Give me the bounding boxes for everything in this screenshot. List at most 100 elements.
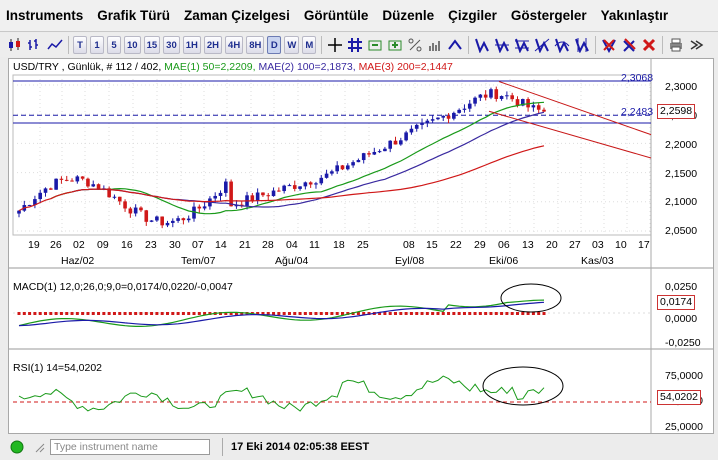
candle-body: [345, 165, 350, 170]
date-tick-label: 19: [28, 239, 40, 251]
candle-body: [505, 95, 509, 97]
percent-scale-icon[interactable]: [406, 36, 424, 54]
delete-all-icon[interactable]: [640, 36, 658, 54]
arc-icon[interactable]: [553, 36, 571, 54]
axis-tick-label: -0,0250: [665, 337, 701, 349]
candle-body: [404, 132, 408, 141]
chart-legend: USD/TRY , Günlük, # 112 / 402, MAE(1) 50…: [13, 61, 453, 73]
delete-selected-icon[interactable]: [620, 36, 638, 54]
channel-line-icon[interactable]: [493, 36, 511, 54]
candle-body: [266, 195, 271, 197]
timeframe-button[interactable]: 4H: [225, 36, 244, 54]
price-high-label: 2,3068: [621, 72, 654, 84]
trend-line-icon[interactable]: [473, 36, 491, 54]
zoom-in-icon[interactable]: [386, 36, 404, 54]
status-bar: 17 Eki 2014 02:05:38 EEST: [0, 434, 718, 460]
macd-last-box: 0,0174: [657, 295, 696, 310]
toolbar-separator: [468, 36, 470, 54]
auto-scroll-icon[interactable]: [446, 36, 464, 54]
date-tick-label: 17: [638, 239, 650, 251]
menu-item[interactable]: Grafik Türü: [97, 8, 170, 23]
candle-body: [457, 109, 461, 113]
timeframe-button[interactable]: T: [73, 36, 87, 54]
fibonacci-icon[interactable]: [513, 36, 531, 54]
timeframe-button[interactable]: 1H: [182, 36, 201, 54]
menu-item[interactable]: Görüntüle: [304, 8, 369, 23]
delete-line-icon[interactable]: [600, 36, 618, 54]
menu-item[interactable]: Düzenle: [382, 8, 434, 23]
candle-body: [441, 115, 446, 118]
timeframe-button[interactable]: 1: [90, 36, 104, 54]
macd-histogram-bar: [102, 312, 106, 315]
macd-histogram-bar: [59, 312, 63, 315]
macd-histogram-bar: [319, 312, 323, 315]
macd-histogram-bar: [505, 312, 509, 315]
macd-histogram-bar: [123, 312, 127, 315]
candlestick-icon[interactable]: [6, 36, 24, 54]
fan-line-icon[interactable]: [533, 36, 551, 54]
date-tick-label: 08: [403, 239, 415, 251]
timeframe-button[interactable]: D: [267, 36, 282, 54]
timeframe-button[interactable]: 15: [143, 36, 161, 54]
date-tick-label: 14: [215, 239, 227, 251]
macd-histogram-bar: [49, 312, 53, 315]
bar-chart-icon[interactable]: [26, 36, 44, 54]
macd-histogram-bar: [187, 312, 191, 315]
menu-item[interactable]: Instruments: [6, 8, 83, 23]
candle-body: [213, 195, 218, 199]
candle-body: [64, 179, 69, 181]
macd-histogram-bar: [447, 312, 451, 315]
chart-area[interactable]: USD/TRY , Günlük, # 112 / 402, MAE(1) 50…: [8, 58, 714, 434]
macd-histogram-bar: [537, 312, 541, 315]
axis-tick-label: 2,1500: [665, 168, 698, 180]
timeframe-button[interactable]: W: [284, 36, 300, 54]
date-tick-label: 04: [286, 239, 298, 251]
line-chart-icon[interactable]: [46, 36, 64, 54]
candle-body: [43, 188, 48, 193]
crosshair-icon[interactable]: [326, 36, 344, 54]
candle-body: [515, 99, 520, 106]
print-icon[interactable]: [667, 36, 685, 54]
macd-histogram-bar: [441, 312, 445, 315]
menu-item[interactable]: Göstergeler: [511, 8, 587, 23]
mae1-line: [50, 101, 545, 215]
timeframe-button[interactable]: 10: [124, 36, 141, 54]
macd-histogram-bar: [415, 312, 419, 315]
status-datetime: 17 Eki 2014 02:05:38 EEST: [231, 441, 370, 453]
candle-body: [510, 95, 514, 100]
macd-histogram-bar: [22, 312, 26, 315]
menu-item[interactable]: Çizgiler: [448, 8, 497, 23]
time-zones-icon[interactable]: [573, 36, 591, 54]
volume-icon[interactable]: [426, 36, 444, 54]
more-icon[interactable]: [687, 36, 705, 54]
macd-histogram-bar: [409, 312, 413, 315]
zoom-out-icon[interactable]: [366, 36, 384, 54]
macd-histogram-bar: [489, 312, 493, 315]
date-tick-label: 02: [73, 239, 85, 251]
timeframe-button[interactable]: 2H: [203, 36, 223, 54]
candle-body: [70, 180, 74, 182]
annotation-ellipse: [482, 366, 564, 406]
timeframe-button[interactable]: 5: [107, 36, 121, 54]
instrument-search-input[interactable]: [50, 439, 210, 455]
grid-icon[interactable]: [346, 36, 364, 54]
menu-item[interactable]: Zaman Çizelgesi: [184, 8, 290, 23]
candle-body: [176, 218, 180, 221]
timeframe-button[interactable]: M: [302, 36, 317, 54]
timeframe-button[interactable]: 8H: [246, 36, 265, 54]
date-tick-label: 20: [546, 239, 558, 251]
candle-body: [324, 173, 329, 178]
candle-body: [452, 112, 456, 119]
candle-body: [165, 222, 170, 226]
menu-item[interactable]: Yakınlaştır: [601, 8, 669, 23]
price-mid-label: 2,2483: [621, 106, 654, 118]
date-tick-label: 16: [121, 239, 133, 251]
macd-histogram-bar: [97, 312, 101, 315]
timeframe-button[interactable]: 30: [163, 36, 180, 54]
candle-body: [271, 190, 276, 197]
mae3-line: [18, 145, 545, 212]
macd-histogram-bar: [165, 312, 169, 315]
date-tick-label: 30: [169, 239, 181, 251]
macd-histogram-bar: [293, 312, 297, 315]
rsi-last-box: 54,0202: [657, 390, 701, 405]
